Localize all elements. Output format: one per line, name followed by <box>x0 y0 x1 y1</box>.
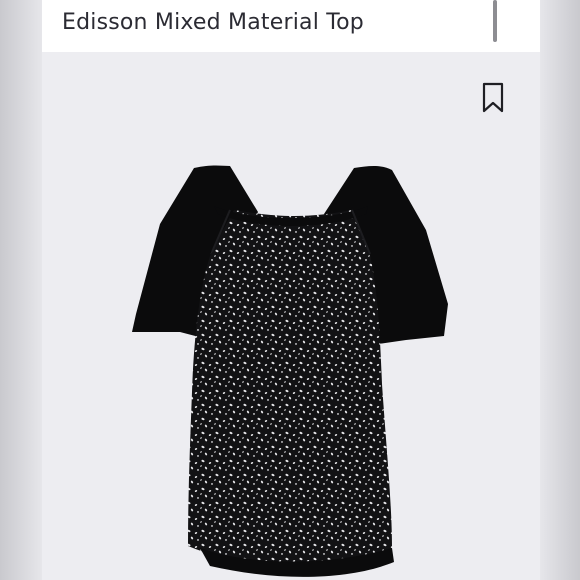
product-image-area[interactable] <box>42 52 540 580</box>
printed-body <box>188 210 392 564</box>
bookmark-icon[interactable] <box>480 82 506 114</box>
product-header: Edisson Mixed Material Top <box>42 0 540 52</box>
scrollbar-thumb[interactable] <box>493 0 497 42</box>
product-card: Edisson Mixed Material Top <box>42 0 540 580</box>
left-backdrop <box>0 0 42 580</box>
product-image <box>132 165 448 577</box>
right-backdrop <box>540 0 580 580</box>
product-title: Edisson Mixed Material Top <box>62 10 364 35</box>
